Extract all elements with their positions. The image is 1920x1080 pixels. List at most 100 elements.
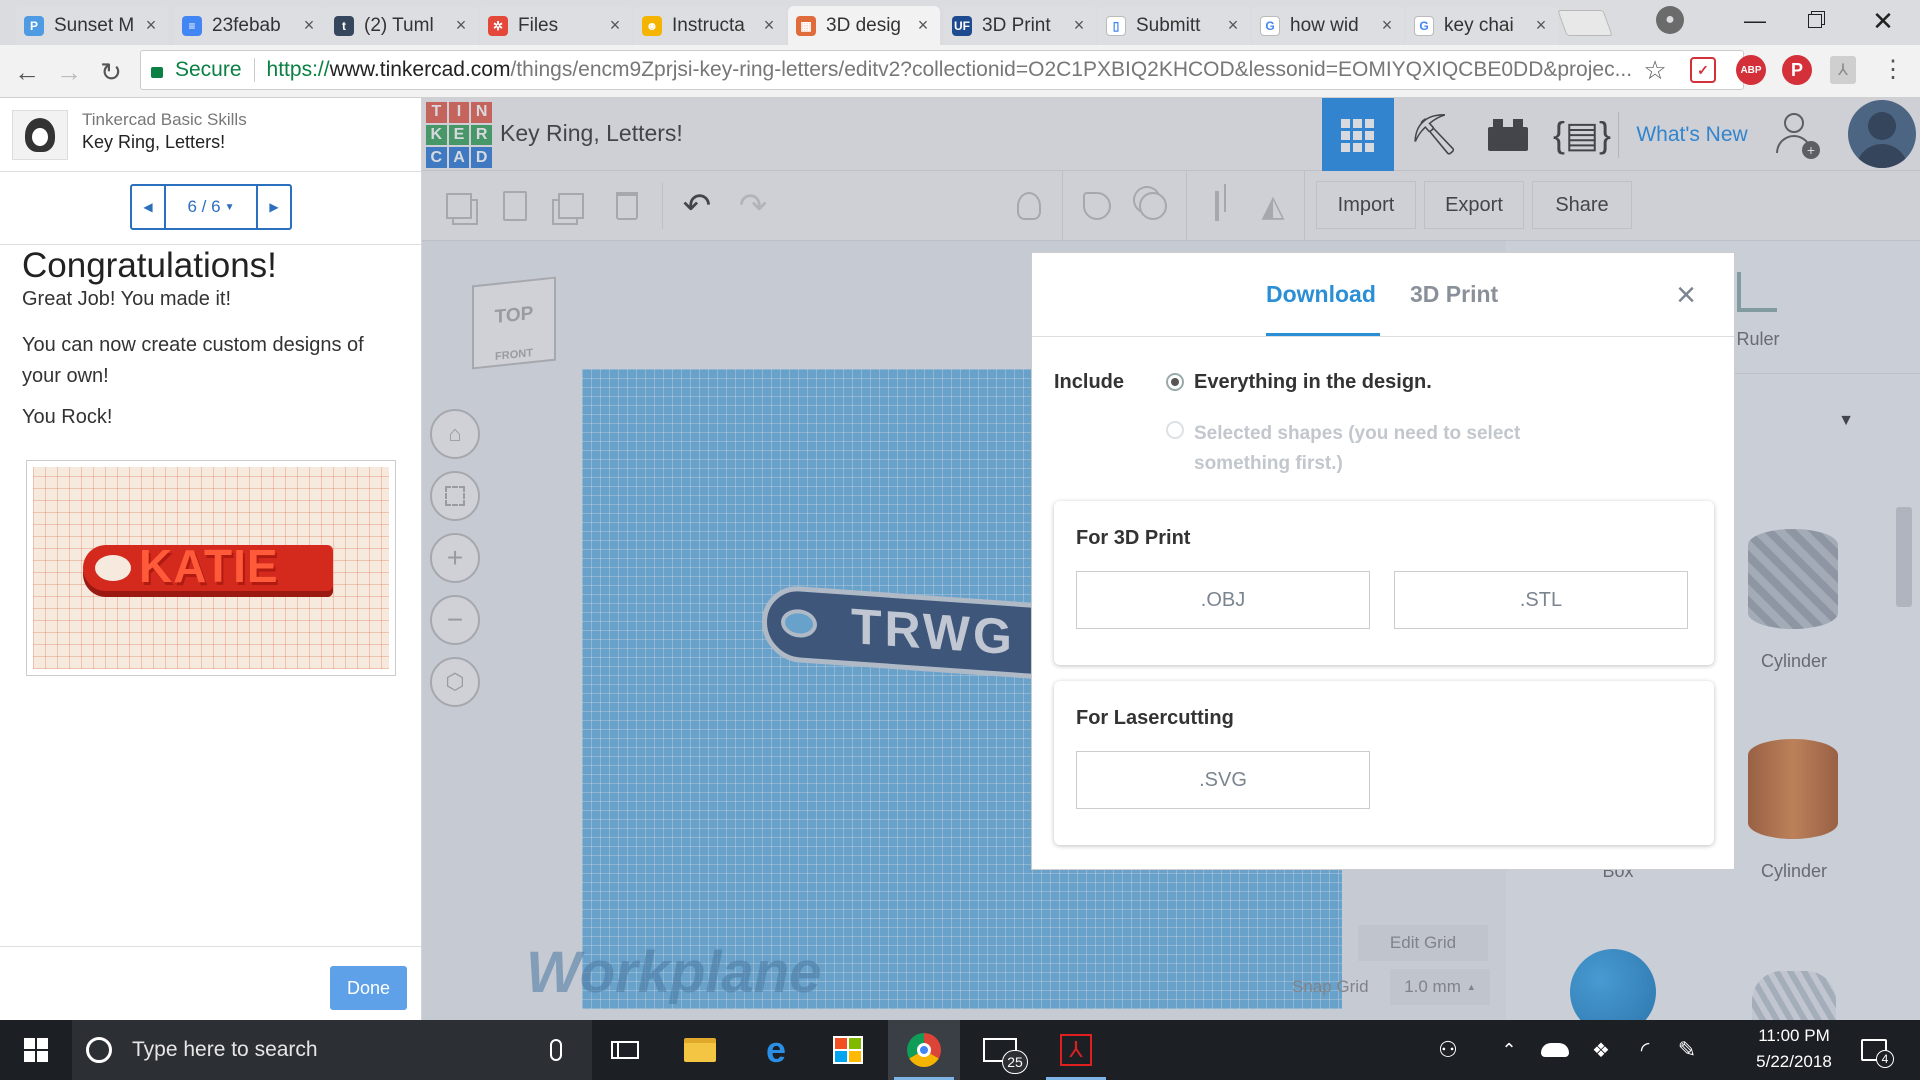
windows-start-icon[interactable] [0,1020,72,1080]
windows-taskbar: Type here to search e 25 ⅄ ⚇ ⌃ ❖ ◜ ✎ 11:… [0,1020,1920,1080]
microphone-icon[interactable] [550,1039,562,1061]
p-icon: P [24,15,44,36]
laser-formats-card: For Lasercutting .SVG [1054,681,1714,845]
export-dialog: Download 3D Print × Include Everything i… [1031,252,1735,870]
print-formats-card: For 3D Print .OBJ .STL [1054,501,1714,665]
prev-step-button[interactable]: ◀ [132,186,166,228]
close-window-button[interactable]: ✕ [1858,4,1908,38]
bookmark-star-icon[interactable]: ☆ [1640,55,1670,85]
tab-close-icon[interactable]: × [142,15,160,36]
laser-heading: For Lasercutting [1076,707,1234,729]
onedrive-icon[interactable] [1538,1038,1572,1062]
back-arrow-icon[interactable]: ← [10,55,44,89]
browser-tab[interactable]: Ghow wid × [1252,6,1404,45]
wifi-icon[interactable]: ◜ [1628,1034,1662,1066]
clock-time[interactable]: 11:00 PM [1744,1026,1844,1046]
radio-selected-shapes[interactable] [1166,421,1184,439]
browser-tab[interactable]: UF 3D Print × [944,6,1096,45]
option-selected-label: Selected shapes (you need to select some… [1194,423,1521,474]
task-view-icon[interactable] [592,1020,664,1080]
restore-window-button[interactable] [1790,4,1840,38]
browser-tab[interactable]: P Sunset M × [16,6,168,45]
tab-close-icon[interactable]: × [452,15,470,36]
pinterest-extension-icon[interactable]: P [1782,55,1812,85]
secure-label: Secure [175,58,242,81]
tab-close-icon[interactable]: × [1224,15,1242,36]
browser-tab-title: 3D desig [826,14,901,36]
uf-icon: UF [952,15,972,36]
dropbox-icon[interactable]: ❖ [1584,1034,1618,1066]
next-step-button[interactable]: ▶ [256,186,290,228]
chrome-menu-icon[interactable]: ⋮ [1880,55,1906,85]
address-bar[interactable]: Secure https://www.tinkercad.com/things/… [140,50,1744,90]
url-scheme: https:// [266,58,330,81]
close-icon[interactable]: × [1668,276,1704,314]
lesson-line-3: You Rock! [22,406,113,428]
tab-close-icon[interactable]: × [914,15,932,36]
step-select[interactable]: 6 / 6 ▼ [166,186,256,228]
lesson-panel: Tinkercad Basic Skills Key Ring, Letters… [0,98,422,1020]
people-icon[interactable]: ⚇ [1430,1034,1466,1066]
mail-icon[interactable]: 25 [964,1020,1036,1080]
browser-tab[interactable]: ✲ Files × [480,6,632,45]
tab-close-icon[interactable]: × [1378,15,1396,36]
browser-tab-title: Sunset M [54,14,135,36]
instructables-icon: ☻ [642,15,662,36]
keyring-text: KATIE [139,540,279,592]
adblock-extension-icon[interactable]: ABP [1736,55,1766,85]
acrobat-icon[interactable]: ⅄ [1040,1020,1112,1080]
tab-download[interactable]: Download [1266,281,1376,308]
url-path: /things/encm9Zprjsi-key-ring-letters/edi… [510,58,1633,81]
browser-tab[interactable]: t (2) Tuml × [326,6,478,45]
lesson-pager: ◀ 6 / 6 ▼ ▶ [130,184,292,230]
browser-tab[interactable]: ▦ 3D desig × [788,6,940,45]
browser-tab[interactable]: ▯ Submitt × [1098,6,1250,45]
browser-tab-title: how wid [1290,14,1359,36]
profile-icon[interactable]: ● [1656,6,1684,34]
action-center-icon[interactable]: 4 [1854,1032,1894,1068]
step-indicator: 6 / 6 [187,197,221,216]
tab-close-icon[interactable]: × [606,15,624,36]
tab-3d-print[interactable]: 3D Print [1410,281,1498,308]
file-explorer-icon[interactable] [664,1020,736,1080]
clock-date[interactable]: 5/22/2018 [1736,1052,1852,1072]
url-host: www.tinkercad.com [329,58,511,81]
obj-download-button[interactable]: .OBJ [1076,571,1370,629]
stl-download-button[interactable]: .STL [1394,571,1688,629]
tab-close-icon[interactable]: × [760,15,778,36]
done-button[interactable]: Done [330,966,407,1010]
caret-down-icon: ▼ [224,201,235,213]
print-heading: For 3D Print [1076,527,1191,549]
browser-tab-title: 3D Print [982,14,1051,36]
new-tab-button[interactable] [1557,10,1613,36]
cortana-icon [86,1037,112,1063]
tumblr-icon: t [334,15,354,36]
svg-download-button[interactable]: .SVG [1076,751,1370,809]
tab-close-icon[interactable]: × [1070,15,1088,36]
chrome-taskbar-icon[interactable] [888,1020,960,1080]
pocket-extension-icon[interactable]: ✓ [1690,57,1716,83]
store-icon[interactable] [812,1020,884,1080]
pen-icon[interactable]: ✎ [1670,1034,1704,1066]
tab-close-icon[interactable]: × [300,15,318,36]
option-everything-label[interactable]: Everything in the design. [1194,371,1432,394]
radio-everything[interactable] [1166,373,1184,391]
pdf-extension-icon[interactable]: ⅄ [1830,56,1856,84]
taskbar-search-box[interactable]: Type here to search [72,1020,592,1080]
lesson-line-2: You can now create custom designs of you… [22,334,364,387]
google-icon: G [1414,15,1434,36]
lesson-image: KATIE [26,460,396,676]
browser-tab[interactable]: ☻ Instructa × [634,6,786,45]
browser-tab[interactable]: ≡ 23febab × [174,6,326,45]
forward-arrow-icon[interactable]: → [52,55,86,89]
show-hidden-icons-icon[interactable]: ⌃ [1494,1034,1524,1066]
minimize-window-button[interactable]: — [1730,4,1780,38]
taskbar-search-placeholder: Type here to search [132,1038,318,1061]
browser-tab-title: (2) Tuml [364,14,434,36]
browser-tab[interactable]: Gkey chai × [1406,6,1558,45]
notification-count: 4 [1876,1050,1894,1068]
reload-icon[interactable]: ↻ [94,55,128,89]
tab-close-icon[interactable]: × [1532,15,1550,36]
edge-icon[interactable]: e [740,1020,812,1080]
tinkercad-icon: ▦ [796,15,816,36]
